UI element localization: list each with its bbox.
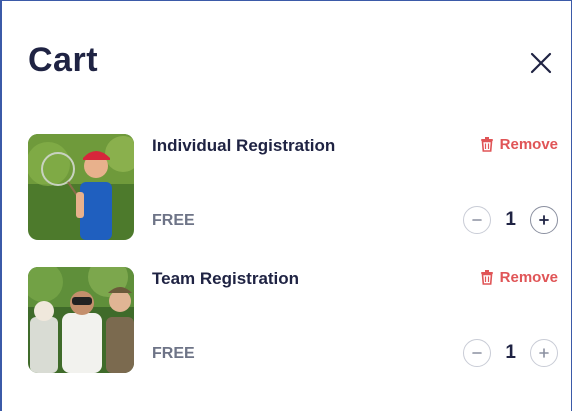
remove-label: Remove	[499, 269, 558, 286]
remove-button[interactable]: Remove	[480, 269, 558, 286]
trash-icon	[480, 137, 493, 152]
trash-icon	[480, 270, 493, 285]
close-icon	[530, 52, 552, 74]
cart-item: Individual Registration Remove FREE 1	[28, 134, 558, 242]
cart-item: Team Registration Remove FREE 1	[28, 267, 558, 375]
increase-button[interactable]	[530, 206, 558, 234]
plus-icon	[539, 348, 549, 358]
quantity-value: 1	[505, 342, 516, 363]
item-thumbnail	[28, 267, 134, 373]
remove-button[interactable]: Remove	[480, 136, 558, 153]
quantity-stepper: 1	[463, 339, 558, 367]
cart-title: Cart	[28, 41, 99, 79]
minus-icon	[472, 219, 483, 221]
increase-button[interactable]	[530, 339, 558, 367]
remove-label: Remove	[499, 136, 558, 153]
decrease-button[interactable]	[463, 339, 492, 367]
item-thumbnail	[28, 134, 134, 240]
plus-icon	[539, 215, 549, 225]
item-price: FREE	[152, 212, 195, 229]
decrease-button[interactable]	[463, 206, 492, 234]
quantity-stepper: 1	[463, 206, 558, 234]
cart-panel: Cart Individual Registration Remove FREE…	[0, 0, 572, 411]
item-price: FREE	[152, 345, 195, 362]
close-button[interactable]	[528, 50, 554, 76]
minus-icon	[472, 352, 483, 354]
item-name: Team Registration	[152, 269, 300, 288]
item-name: Individual Registration	[152, 136, 336, 155]
quantity-value: 1	[505, 209, 516, 230]
